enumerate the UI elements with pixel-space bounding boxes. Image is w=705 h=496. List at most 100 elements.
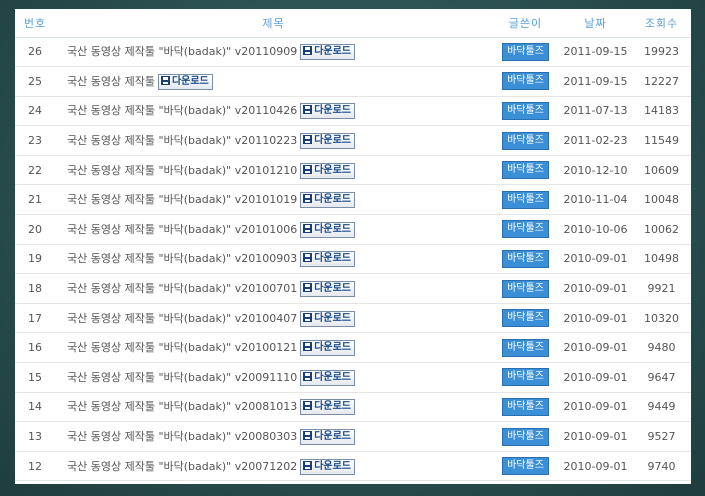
author-badge[interactable]: 바닥툴즈	[502, 249, 549, 268]
table-row: 14 국산 동영상 제작툴 "바닥(badak)" v20081013 다운로드 바닥…	[15, 392, 691, 423]
download-button[interactable]: 다운로드	[300, 281, 356, 298]
author-cell: 바닥툴즈	[492, 303, 559, 334]
table-header-row: 번호 제목 글쓴이 날짜 조회수	[15, 9, 691, 38]
author-cell: 바닥툴즈	[492, 214, 559, 245]
post-title-link[interactable]: 국산 동영상 제작툴 "바닥(badak)" v20110223	[67, 134, 297, 147]
download-label: 다운로드	[314, 283, 352, 295]
view-count: 19923	[632, 37, 691, 68]
author-badge[interactable]: 바닥툴즈	[502, 338, 549, 357]
author-badge[interactable]: 바닥툴즈	[502, 131, 549, 150]
post-title-link[interactable]: 국산 동영상 제작툴 "바닥(badak)" v20101019	[67, 193, 297, 206]
post-title-link[interactable]: 국산 동영상 제작툴 "바닥(badak)" v20101210	[67, 164, 297, 177]
table-row: 22 국산 동영상 제작툴 "바닥(badak)" v20101210 다운로드 바닥…	[15, 155, 691, 186]
post-number: 12	[15, 451, 55, 482]
download-button[interactable]: 다운로드	[300, 310, 356, 327]
author-cell: 바닥툴즈	[492, 125, 559, 156]
table-row: 16 국산 동영상 제작툴 "바닥(badak)" v20100121 다운로드 바닥…	[15, 332, 691, 364]
post-title-cell: 국산 동영상 제작툴 "바닥(badak)" v20081013 다운로드	[55, 392, 492, 423]
author-badge[interactable]: 바닥툴즈	[502, 427, 549, 446]
post-title-cell: 국산 동영상 제작툴 "바닥(badak)" v20110909 다운로드	[55, 37, 492, 68]
post-title-link[interactable]: 국산 동영상 제작툴 "바닥(badak)" v20100701	[67, 282, 297, 295]
author-badge[interactable]: 바닥툴즈	[502, 42, 549, 61]
author-badge[interactable]: 바닥툴즈	[502, 397, 549, 416]
post-date: 2010-12-10	[559, 155, 632, 186]
post-title-link[interactable]: 국산 동영상 제작툴 "바닥(badak)" v20080303	[67, 430, 297, 443]
post-title-cell: 국산 동영상 제작툴 "바닥(badak)" v20100407 다운로드	[55, 303, 492, 334]
download-button[interactable]: 다운로드	[300, 251, 356, 268]
download-button[interactable]: 다운로드	[300, 399, 356, 416]
post-title-link[interactable]: 국산 동영상 제작툴 "바닥(badak)" v20101006	[67, 223, 297, 236]
post-title-cell: 국산 동영상 제작툴 "바닥(badak)" v20100903 다운로드	[55, 244, 492, 275]
post-title-link[interactable]: 국산 동영상 제작툴 "바닥(badak)" v20100407	[67, 312, 297, 325]
floppy-disk-icon	[160, 75, 170, 85]
download-label: 다운로드	[314, 223, 352, 235]
header-num[interactable]: 번호	[15, 9, 55, 38]
download-button[interactable]: 다운로드	[300, 369, 356, 386]
header-date[interactable]: 날짜	[559, 9, 632, 38]
author-badge[interactable]: 바닥툴즈	[502, 279, 549, 298]
download-button[interactable]: 다운로드	[300, 162, 356, 179]
download-button[interactable]: 다운로드	[300, 221, 356, 238]
post-number: 14	[15, 392, 55, 423]
view-count: 9921	[632, 273, 691, 304]
view-count: 9740	[632, 451, 691, 482]
post-number: 16	[15, 332, 55, 364]
floppy-disk-icon	[303, 401, 313, 411]
download-button[interactable]: 다운로드	[300, 44, 356, 61]
table-row: 24 국산 동영상 제작툴 "바닥(badak)" v20110426 다운로드 바닥…	[15, 96, 691, 127]
author-cell: 바닥툴즈	[492, 392, 559, 423]
post-number: 18	[15, 273, 55, 304]
download-button[interactable]: 다운로드	[300, 103, 356, 120]
download-label: 다운로드	[171, 75, 209, 87]
header-views[interactable]: 조회수	[632, 9, 691, 38]
post-title-link[interactable]: 국산 동영상 제작툴 "바닥(badak)" v20100121	[67, 341, 297, 354]
header-title[interactable]: 제목	[55, 9, 492, 38]
download-button[interactable]: 다운로드	[157, 73, 213, 90]
header-author[interactable]: 글쓴이	[492, 9, 559, 38]
post-title-link[interactable]: 국산 동영상 제작툴 "바닥(badak)" v20091110	[67, 371, 297, 384]
post-title-cell: 국산 동영상 제작툴 "바닥(badak)" v20100121 다운로드	[55, 332, 492, 364]
author-badge[interactable]: 바닥툴즈	[502, 220, 549, 239]
post-list-table: 번호 제목 글쓴이 날짜 조회수 26 국산 동영상 제작툴 "바닥(badak)…	[15, 9, 691, 482]
post-title-cell: 국산 동영상 제작툴 "바닥(badak)" v20100701 다운로드	[55, 273, 492, 304]
post-number: 24	[15, 96, 55, 127]
table-row: 18 국산 동영상 제작툴 "바닥(badak)" v20100701 다운로드 바닥…	[15, 273, 691, 304]
post-number: 21	[15, 184, 55, 216]
author-badge[interactable]: 바닥툴즈	[502, 309, 549, 328]
post-title-cell: 국산 동영상 제작툴 다운로드	[55, 66, 492, 97]
table-row: 12 국산 동영상 제작툴 "바닥(badak)" v20071202 다운로드 바닥…	[15, 451, 691, 482]
download-button[interactable]: 다운로드	[300, 429, 356, 446]
author-cell: 바닥툴즈	[492, 244, 559, 275]
download-button[interactable]: 다운로드	[300, 192, 356, 209]
author-badge[interactable]: 바닥툴즈	[502, 72, 549, 91]
author-cell: 바닥툴즈	[492, 421, 559, 452]
post-title-link[interactable]: 국산 동영상 제작툴 "바닥(badak)" v20110426	[67, 104, 297, 117]
floppy-disk-icon	[303, 164, 313, 174]
view-count: 9480	[632, 332, 691, 364]
author-badge[interactable]: 바닥툴즈	[502, 190, 549, 209]
download-button[interactable]: 다운로드	[300, 340, 356, 357]
post-title-link[interactable]: 국산 동영상 제작툴 "바닥(badak)" v20110909	[67, 45, 297, 58]
author-cell: 바닥툴즈	[492, 451, 559, 482]
view-count: 10048	[632, 184, 691, 216]
table-row: 19 국산 동영상 제작툴 "바닥(badak)" v20100903 다운로드 바닥…	[15, 244, 691, 275]
author-badge[interactable]: 바닥툴즈	[502, 368, 549, 387]
author-badge[interactable]: 바닥툴즈	[502, 101, 549, 120]
author-cell: 바닥툴즈	[492, 96, 559, 127]
post-title-link[interactable]: 국산 동영상 제작툴	[67, 75, 155, 88]
floppy-disk-icon	[303, 46, 313, 56]
post-title-link[interactable]: 국산 동영상 제작툴 "바닥(badak)" v20081013	[67, 400, 297, 413]
download-button[interactable]: 다운로드	[300, 133, 356, 150]
table-row: 17 국산 동영상 제작툴 "바닥(badak)" v20100407 다운로드 바닥…	[15, 303, 691, 334]
post-title-link[interactable]: 국산 동영상 제작툴 "바닥(badak)" v20071202	[67, 460, 297, 473]
download-button[interactable]: 다운로드	[300, 458, 356, 475]
download-label: 다운로드	[314, 105, 352, 117]
author-badge[interactable]: 바닥툴즈	[502, 457, 549, 476]
view-count: 10609	[632, 155, 691, 186]
post-title-link[interactable]: 국산 동영상 제작툴 "바닥(badak)" v20100903	[67, 252, 297, 265]
download-label: 다운로드	[314, 164, 352, 176]
download-label: 다운로드	[314, 194, 352, 206]
post-date: 2011-07-13	[559, 96, 632, 127]
post-title-cell: 국산 동영상 제작툴 "바닥(badak)" v20101210 다운로드	[55, 155, 492, 186]
author-badge[interactable]: 바닥툴즈	[502, 161, 549, 180]
